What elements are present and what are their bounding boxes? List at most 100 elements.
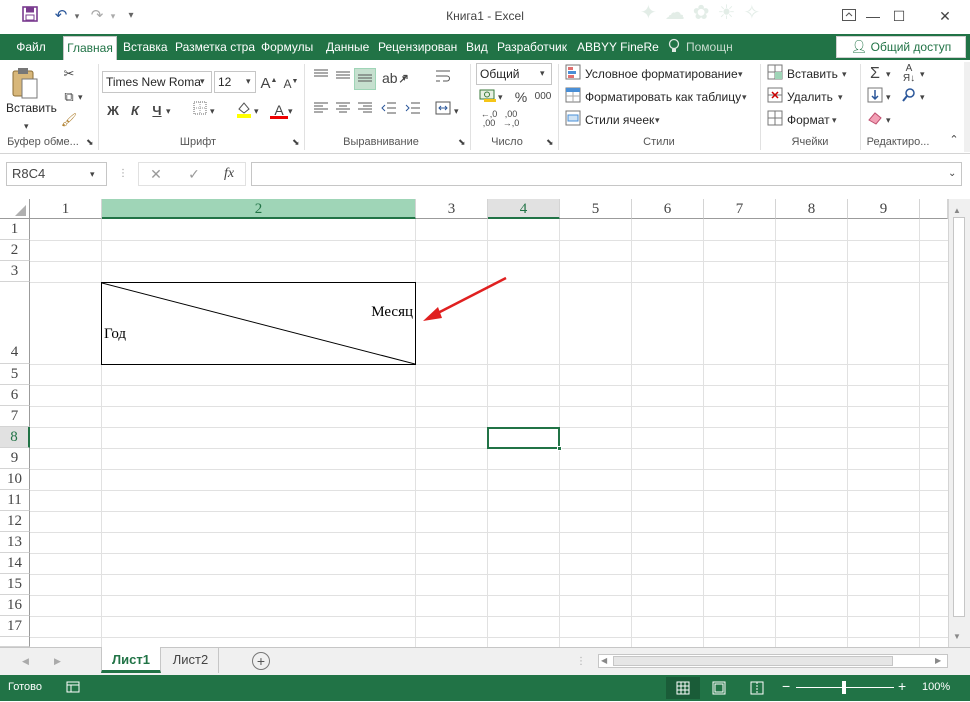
accounting-dropdown-icon[interactable]: ▾ (498, 87, 503, 107)
column-header[interactable]: 3 (416, 199, 488, 219)
row-header[interactable]: 5 (0, 364, 30, 385)
column-header[interactable]: 8 (776, 199, 848, 219)
orientation-dropdown-icon[interactable]: ▾ (402, 68, 407, 88)
align-bottom-icon[interactable] (354, 68, 376, 90)
select-all-corner[interactable] (0, 199, 30, 219)
tab-formulas[interactable]: Формулы (261, 34, 319, 60)
column-header[interactable]: 9 (848, 199, 920, 219)
paste-button[interactable]: Вставить (6, 101, 57, 115)
cell-styles-dropdown-icon[interactable]: ▾ (655, 110, 660, 130)
sort-filter-dropdown-icon[interactable]: ▾ (920, 64, 925, 84)
tab-split-grip-icon[interactable]: ⋮ (576, 652, 586, 672)
tab-view[interactable]: Вид (466, 34, 490, 60)
cancel-entry-button[interactable]: ✕ (146, 164, 166, 184)
align-left-icon[interactable] (310, 101, 332, 121)
expand-formula-bar-icon[interactable]: ⌄ (948, 164, 956, 184)
column-header[interactable]: 7 (704, 199, 776, 219)
tab-file[interactable]: Файл (0, 34, 62, 60)
clear-icon[interactable] (866, 110, 884, 132)
maximize-button[interactable]: ☐ (876, 2, 922, 30)
conditional-formatting-icon[interactable] (564, 64, 582, 86)
row-header[interactable]: 15 (0, 574, 30, 595)
row-header[interactable]: 14 (0, 553, 30, 574)
confirm-entry-button[interactable]: ✓ (184, 164, 204, 184)
borders-dropdown-icon[interactable]: ▾ (210, 101, 215, 121)
align-center-icon[interactable] (332, 101, 354, 121)
autosum-icon[interactable]: Σ (866, 64, 884, 84)
scroll-right-icon[interactable]: ▶ (935, 651, 941, 671)
tab-insert[interactable]: Вставка (123, 34, 169, 60)
row-header-partial[interactable] (0, 637, 30, 647)
orientation-icon[interactable]: ab↗ (382, 68, 409, 88)
find-select-icon[interactable] (900, 87, 918, 109)
zoom-out-button[interactable]: − (782, 679, 790, 693)
tell-me-search[interactable]: Помощн (686, 34, 746, 60)
save-icon[interactable] (19, 6, 41, 26)
underline-dropdown-icon[interactable]: ▾ (166, 101, 171, 121)
autosum-dropdown-icon[interactable]: ▾ (886, 64, 891, 84)
row-header[interactable]: 3 (0, 261, 30, 282)
tab-review[interactable]: Рецензирован (378, 34, 460, 60)
row-header[interactable]: 1 (0, 219, 30, 240)
format-as-table-button[interactable]: Форматировать как таблицу (585, 90, 741, 104)
font-color-dropdown-icon[interactable]: ▾ (288, 101, 293, 121)
sheet-tab-list1[interactable]: Лист1 (101, 647, 161, 673)
insert-function-button[interactable]: fx (218, 164, 240, 184)
copy-dropdown-icon[interactable]: ▾ (78, 87, 83, 107)
format-cells-icon[interactable] (766, 110, 784, 132)
horizontal-scrollbar[interactable]: ◀ ▶ (598, 654, 948, 668)
align-middle-icon[interactable] (332, 68, 354, 88)
font-name-select[interactable]: Times New Roma (102, 71, 212, 93)
delete-cells-dropdown-icon[interactable]: ▾ (838, 87, 843, 107)
increase-indent-icon[interactable] (402, 101, 424, 121)
font-name-dropdown-icon[interactable]: ▾ (200, 71, 205, 91)
tab-abbyy[interactable]: ABBYY FineRea (577, 34, 659, 60)
clear-dropdown-icon[interactable]: ▾ (886, 110, 891, 130)
decrease-font-icon[interactable]: A▼ (282, 72, 300, 94)
merge-dropdown-icon[interactable]: ▾ (454, 101, 459, 121)
worksheet-grid[interactable] (0, 199, 948, 647)
scroll-down-icon[interactable]: ▼ (953, 627, 961, 647)
increase-decimal-icon[interactable]: ←,0,00 (478, 110, 500, 128)
format-cells-button[interactable]: Формат (787, 113, 830, 127)
customize-qat-icon[interactable]: ▾ (120, 6, 142, 26)
accounting-format-icon[interactable] (478, 87, 498, 109)
row-header[interactable]: 2 (0, 240, 30, 261)
macro-record-icon[interactable] (66, 680, 82, 694)
number-format-dropdown-icon[interactable]: ▾ (540, 63, 545, 83)
scroll-left-icon[interactable]: ◀ (601, 651, 607, 671)
fill-color-dropdown-icon[interactable]: ▾ (254, 101, 259, 121)
paste-dropdown-icon[interactable]: ▾ (24, 116, 29, 136)
column-header-partial[interactable] (920, 199, 948, 219)
collapse-ribbon-icon[interactable]: ⌃ (946, 130, 962, 150)
column-header[interactable]: 2 (102, 199, 416, 219)
row-header[interactable]: 6 (0, 385, 30, 406)
format-as-table-dropdown-icon[interactable]: ▾ (742, 87, 747, 107)
add-sheet-icon[interactable]: + (252, 652, 270, 670)
zoom-in-button[interactable]: + (898, 679, 906, 693)
bold-button[interactable]: Ж (104, 101, 122, 121)
vertical-scroll-thumb[interactable] (953, 217, 965, 617)
insert-cells-icon[interactable] (766, 64, 784, 86)
page-break-view-button[interactable] (750, 681, 766, 695)
normal-view-button[interactable] (666, 677, 700, 699)
borders-icon[interactable] (190, 101, 210, 121)
align-top-icon[interactable] (310, 68, 332, 88)
row-header[interactable]: 8 (0, 427, 30, 448)
cut-icon[interactable]: ✂ (60, 64, 78, 84)
align-right-icon[interactable] (354, 101, 376, 121)
close-button[interactable]: ✕ (922, 2, 968, 30)
row-header[interactable]: 9 (0, 448, 30, 469)
delete-cells-button[interactable]: Удалить (787, 90, 833, 104)
fill-color-icon[interactable] (234, 100, 254, 124)
undo-dropdown-icon[interactable]: ▾ (66, 6, 88, 26)
row-header[interactable]: 11 (0, 490, 30, 511)
thousands-separator-button[interactable]: 000 (534, 87, 552, 107)
clipboard-launcher-icon[interactable]: ⬊ (86, 136, 94, 148)
zoom-level[interactable]: 100% (922, 681, 950, 693)
font-color-icon[interactable]: A (270, 100, 288, 119)
alignment-launcher-icon[interactable]: ⬊ (458, 136, 466, 148)
column-header[interactable]: 1 (30, 199, 102, 219)
tab-page-layout[interactable]: Разметка стра (175, 34, 255, 60)
formula-input[interactable] (251, 162, 962, 186)
